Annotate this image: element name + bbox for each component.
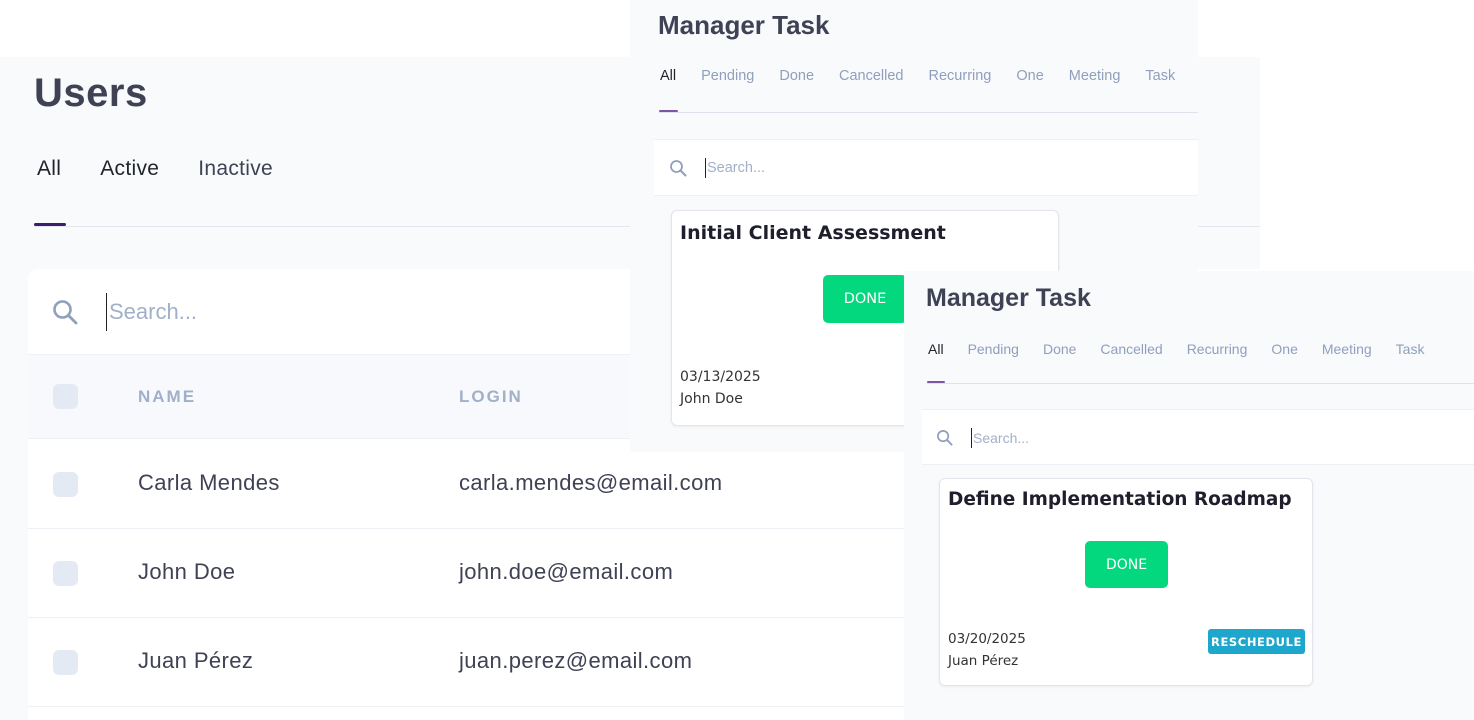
page-title: Users [34,71,148,115]
tab-cancelled[interactable]: Cancelled [839,68,904,84]
task-title: Define Implementation Roadmap [948,489,1292,510]
tab-all[interactable]: All [660,68,676,84]
tab-pending[interactable]: Pending [968,341,1019,357]
done-button[interactable]: DONE [1085,541,1168,588]
tab-meeting[interactable]: Meeting [1069,68,1121,84]
column-header-login[interactable]: LOGIN [459,387,523,407]
tab-task[interactable]: Task [1145,68,1175,84]
task-card[interactable]: Define Implementation Roadmap DONE 03/20… [939,478,1313,686]
search-input[interactable] [971,428,1271,448]
panel-title: Manager Task [658,10,830,40]
tab-done[interactable]: Done [779,68,814,84]
task-owner: John Doe [680,391,743,407]
search-input[interactable] [705,158,1005,178]
done-button[interactable]: DONE [823,275,907,323]
task-tabs: All Pending Done Cancelled Recurring One… [928,341,1424,357]
search-input[interactable] [106,293,606,331]
user-login: john.doe@email.com [459,559,674,584]
task-date: 03/13/2025 [680,369,761,385]
task-owner: Juan Pérez [948,653,1019,669]
search-icon [937,430,953,446]
tabs-divider [659,112,1198,113]
tab-one[interactable]: One [1271,341,1297,357]
tab-task[interactable]: Task [1396,341,1425,357]
tab-inactive[interactable]: Inactive [198,157,273,181]
tab-recurring[interactable]: Recurring [929,68,992,84]
user-name: Juan Pérez [138,648,254,673]
tab-all[interactable]: All [928,341,944,357]
user-login: carla.mendes@email.com [459,470,723,495]
search-icon [670,160,687,177]
tab-done[interactable]: Done [1043,341,1076,357]
column-header-name[interactable]: NAME [138,387,196,407]
user-name: John Doe [138,559,236,584]
tab-meeting[interactable]: Meeting [1322,341,1372,357]
task-title: Initial Client Assessment [680,222,946,244]
tab-cancelled[interactable]: Cancelled [1100,341,1162,357]
tab-active[interactable]: Active [100,157,159,181]
panel-title: Manager Task [926,284,1091,312]
task-search-bar [654,139,1198,196]
task-date: 03/20/2025 [948,631,1026,647]
search-icon [53,300,78,325]
task-tabs: All Pending Done Cancelled Recurring One… [660,68,1175,84]
tab-recurring[interactable]: Recurring [1187,341,1248,357]
user-name: Carla Mendes [138,470,280,495]
manager-task-panel: Manager Task All Pending Done Cancelled … [904,271,1474,720]
tab-one[interactable]: One [1016,68,1043,84]
user-login: juan.perez@email.com [459,648,693,673]
row-checkbox[interactable] [53,472,78,497]
row-checkbox[interactable] [53,561,78,586]
users-tabs: All Active Inactive [37,157,312,181]
tab-pending[interactable]: Pending [701,68,754,84]
select-all-checkbox[interactable] [53,384,78,409]
reschedule-button[interactable]: RESCHEDULE [1208,629,1305,654]
row-checkbox[interactable] [53,650,78,675]
tabs-divider [927,383,1474,384]
task-search-bar [922,409,1474,465]
tab-all[interactable]: All [37,157,61,181]
